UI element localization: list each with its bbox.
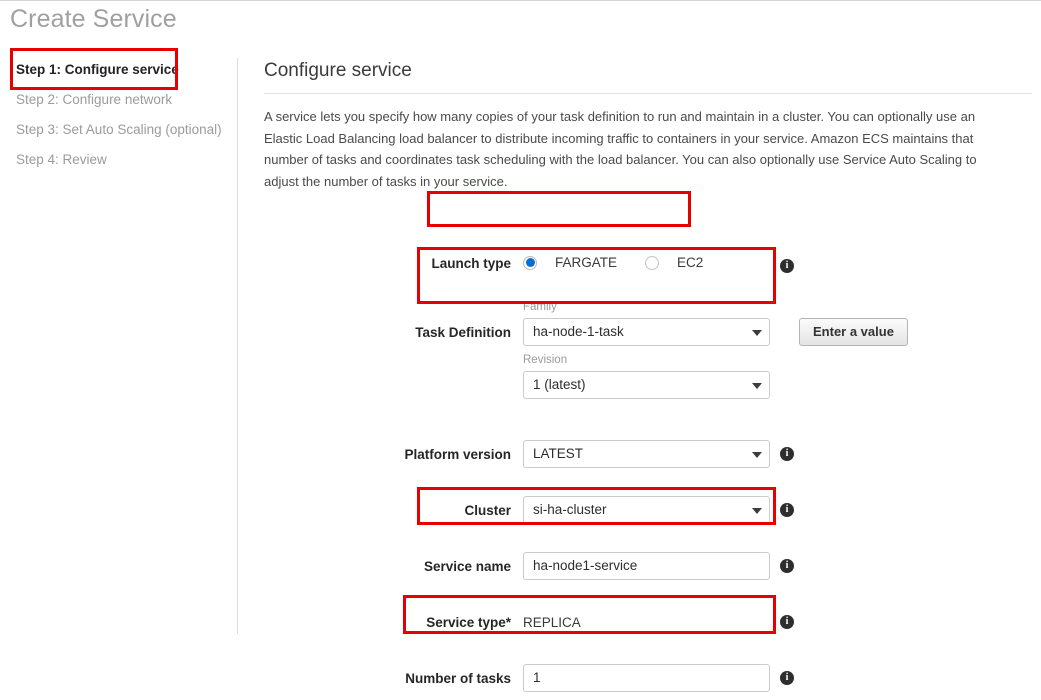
- info-icon-service-type[interactable]: i: [780, 615, 794, 629]
- number-of-tasks-input[interactable]: 1: [523, 664, 770, 692]
- family-sublabel: Family: [523, 301, 557, 313]
- info-icon-cluster[interactable]: i: [780, 503, 794, 517]
- number-of-tasks-label: Number of tasks: [405, 671, 511, 686]
- radio-ec2[interactable]: [645, 255, 660, 270]
- chevron-down-icon-family[interactable]: [752, 330, 762, 336]
- chevron-down-icon-revision[interactable]: [752, 383, 762, 389]
- section-description: A service lets you specify how many copi…: [264, 109, 977, 189]
- launch-type-radio-group[interactable]: FARGATE EC2: [523, 255, 703, 270]
- top-divider: [0, 0, 1041, 1]
- section-title: Configure service: [264, 60, 412, 81]
- sidebar-divider: [237, 58, 238, 634]
- form-row-task-definition-family: Task Definition Family ha-node-1-task En…: [264, 301, 1041, 354]
- info-icon-number-of-tasks[interactable]: i: [780, 671, 794, 685]
- platform-version-label: Platform version: [404, 447, 511, 462]
- revision-sublabel: Revision: [523, 354, 568, 366]
- task-definition-label: Task Definition: [415, 325, 511, 340]
- info-icon-service-name[interactable]: i: [780, 559, 794, 573]
- form-row-service-type: Service type* REPLICA i: [264, 604, 1041, 644]
- task-definition-revision-select[interactable]: 1 (latest): [523, 371, 770, 399]
- radio-fargate[interactable]: [523, 255, 537, 270]
- service-type-label: Service type*: [426, 615, 511, 630]
- info-icon-launch-type[interactable]: i: [780, 259, 794, 273]
- platform-version-select[interactable]: LATEST: [523, 440, 770, 468]
- radio-fargate-label[interactable]: FARGATE: [555, 255, 617, 270]
- sidebar-item-step-2-configure-network[interactable]: Step 2: Configure network: [16, 92, 172, 107]
- annotation-launch-type-highlight: [427, 191, 691, 227]
- service-name-input[interactable]: ha-node1-service: [523, 552, 770, 580]
- enter-a-value-button[interactable]: Enter a value: [799, 318, 908, 346]
- sidebar-item-step-1-configure-service[interactable]: Step 1: Configure service: [16, 62, 179, 77]
- main-content: Configure service A service lets you spe…: [264, 58, 1032, 692]
- radio-ec2-label[interactable]: EC2: [677, 255, 703, 270]
- chevron-down-icon-platform-version[interactable]: [752, 452, 762, 458]
- info-icon-platform-version[interactable]: i: [780, 447, 794, 461]
- cluster-select[interactable]: si-ha-cluster: [523, 496, 770, 524]
- form-row-service-name: Service name ha-node1-service i: [264, 548, 1041, 588]
- form-row-launch-type: Launch type FARGATE EC2 i: [264, 245, 1041, 285]
- service-type-value: REPLICA: [523, 615, 581, 630]
- sidebar-item-step-3-set-auto-scaling[interactable]: Step 3: Set Auto Scaling (optional): [16, 122, 222, 137]
- launch-type-label: Launch type: [431, 256, 511, 271]
- form-row-cluster: Cluster si-ha-cluster i: [264, 492, 1041, 532]
- page-title: Create Service: [10, 5, 177, 33]
- form-row-number-of-tasks: Number of tasks 1 i: [264, 660, 1041, 700]
- task-definition-family-select[interactable]: ha-node-1-task: [523, 318, 770, 346]
- form-row-platform-version: Platform version LATEST i: [264, 436, 1041, 476]
- service-name-label: Service name: [423, 559, 511, 574]
- sidebar-item-step-4-review[interactable]: Step 4: Review: [16, 152, 107, 167]
- section-title-divider: [264, 93, 1032, 94]
- cluster-label: Cluster: [464, 503, 511, 518]
- form-row-task-definition-revision: Revision 1 (latest): [264, 354, 1041, 407]
- chevron-down-icon-cluster[interactable]: [752, 508, 762, 514]
